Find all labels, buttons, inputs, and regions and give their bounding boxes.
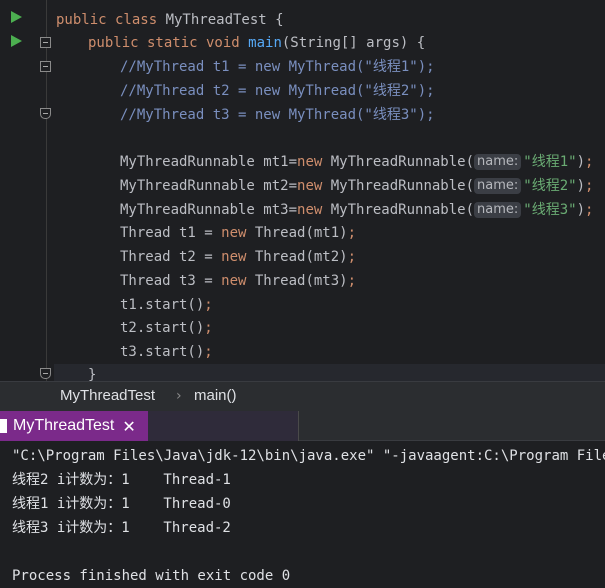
parameter-hint: name:: [474, 178, 522, 194]
code-line: //MyThread t3 = new MyThread("线程3");: [120, 105, 435, 125]
code-token: MyThreadRunnable mt1=: [120, 154, 298, 170]
code-token: ): [576, 154, 586, 170]
code-token: "线程2": [523, 178, 577, 194]
code-token: new: [221, 249, 255, 265]
code-line: //MyThread t1 = new MyThread("线程1");: [120, 57, 435, 77]
code-token: new: [221, 225, 255, 241]
console-line: 线程3 i计数为：1 Thread-2: [12, 520, 231, 536]
code-token: ;: [204, 344, 213, 360]
code-line: t3.start();: [120, 342, 213, 362]
code-token: ;: [347, 249, 357, 265]
code-token: MyThreadRunnable mt2=: [120, 178, 298, 194]
code-token: ;: [585, 178, 594, 194]
code-token: MyThreadRunnable(: [330, 178, 475, 194]
code-token: Thread t1 =: [120, 225, 222, 241]
code-token: t1.start(): [120, 297, 205, 313]
code-token: Thread(mt1): [254, 225, 348, 241]
code-line: //MyThread t2 = new MyThread("线程2");: [120, 81, 435, 101]
run-class-icon[interactable]: [11, 11, 22, 23]
parameter-hint: name:: [474, 202, 522, 218]
code-editor[interactable]: public class MyThreadTest { public static…: [0, 0, 605, 381]
code-token: MyThreadRunnable mt3=: [120, 202, 298, 218]
tab-run-mythreadtest[interactable]: MyThreadTest ✕: [0, 411, 148, 441]
code-token: ): [576, 178, 586, 194]
code-token: Thread(mt3): [254, 273, 348, 289]
code-token: new: [297, 202, 331, 218]
console-line: 线程2 i计数为：1 Thread-1: [12, 472, 231, 488]
fold-main-icon[interactable]: [40, 37, 51, 48]
code-token: ;: [347, 273, 357, 289]
code-token: new: [297, 154, 331, 170]
code-token: t2.start(): [120, 320, 205, 336]
code-line: Thread t1 = new Thread(mt1);: [120, 223, 356, 243]
parameter-hint: name:: [474, 154, 522, 170]
code-line: public class MyThreadTest {: [56, 10, 284, 30]
code-token: t3.start(): [120, 344, 205, 360]
breadcrumb-method[interactable]: main(): [194, 382, 237, 410]
run-tool-tabs: MyThreadTest ✕: [0, 409, 605, 441]
console-line: "C:\Program Files\Java\jdk-12\bin\java.e…: [12, 448, 605, 464]
console-output[interactable]: "C:\Program Files\Java\jdk-12\bin\java.e…: [0, 441, 605, 588]
code-token: Thread t3 =: [120, 273, 222, 289]
code-token: ;: [347, 225, 357, 241]
code-token: MyThreadRunnable(: [330, 154, 475, 170]
code-token: "线程3": [523, 202, 577, 218]
code-token: //MyThread t1 = new MyThread("线程1");: [120, 59, 435, 75]
code-token: public static void: [88, 35, 249, 51]
code-line: MyThreadRunnable mt3=new MyThreadRunnabl…: [120, 200, 593, 220]
console-line: 线程1 i计数为：1 Thread-0: [12, 496, 231, 512]
code-line: Thread t3 = new Thread(mt3);: [120, 271, 356, 291]
code-token: MyThreadTest {: [165, 12, 284, 28]
code-line: }: [88, 365, 96, 381]
run-main-icon[interactable]: [11, 35, 22, 47]
code-token: Thread t2 =: [120, 249, 222, 265]
code-token: main: [248, 35, 282, 51]
code-line: MyThreadRunnable mt1=new MyThreadRunnabl…: [120, 152, 593, 172]
code-token: "线程1": [523, 154, 577, 170]
breadcrumb: MyThreadTest › main(): [0, 381, 605, 409]
code-line: Thread t2 = new Thread(mt2);: [120, 247, 356, 267]
fold-comment-end-icon[interactable]: [40, 108, 51, 119]
code-token: ;: [585, 202, 594, 218]
code-token: ): [576, 202, 586, 218]
code-token: ;: [585, 154, 594, 170]
breadcrumb-separator: ›: [176, 388, 182, 404]
tab-marker-icon: [0, 419, 7, 433]
tab-strip-empty: [148, 411, 298, 441]
code-token: Thread(mt2): [254, 249, 348, 265]
gutter-separator: [46, 0, 47, 381]
code-token: public class: [56, 12, 166, 28]
console-line: Process finished with exit code 0: [12, 568, 291, 584]
code-token: ;: [204, 320, 213, 336]
code-token: MyThreadRunnable(: [330, 202, 475, 218]
code-token: new: [221, 273, 255, 289]
tab-divider: [298, 411, 299, 441]
code-line: public static void main(String[] args) {: [88, 33, 425, 53]
code-line: t2.start();: [120, 318, 213, 338]
code-token: }: [88, 367, 97, 381]
close-icon[interactable]: ✕: [122, 417, 135, 436]
tab-label: MyThreadTest: [13, 417, 115, 434]
code-token: ;: [204, 297, 213, 313]
code-line: MyThreadRunnable mt2=new MyThreadRunnabl…: [120, 176, 593, 196]
fold-main-end-icon[interactable]: [40, 368, 51, 379]
code-token: (String[] args) {: [281, 35, 426, 51]
editor-gutter: [0, 0, 54, 381]
code-token: new: [297, 178, 331, 194]
code-line: t1.start();: [120, 295, 213, 315]
fold-comment-start-icon[interactable]: [40, 61, 51, 72]
code-token: //MyThread t2 = new MyThread("线程2");: [120, 83, 435, 99]
code-token: //MyThread t3 = new MyThread("线程3");: [120, 107, 435, 123]
breadcrumb-class[interactable]: MyThreadTest: [60, 382, 155, 410]
